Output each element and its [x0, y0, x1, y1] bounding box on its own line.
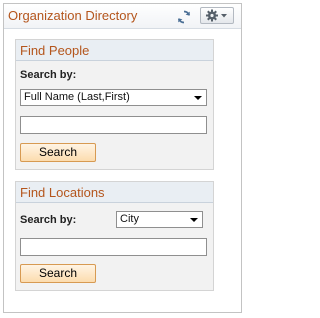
- pagelet-header: Organization Directory: [4, 4, 241, 29]
- find-people-title: Find People: [20, 43, 90, 58]
- people-search-button[interactable]: Search: [20, 143, 96, 162]
- people-search-by-value: Full Name (Last,First): [24, 91, 130, 103]
- organization-directory-pagelet: Organization Directory Find People Searc…: [3, 3, 242, 313]
- find-locations-title: Find Locations: [20, 185, 105, 200]
- locations-search-input[interactable]: [20, 238, 207, 256]
- locations-search-by-value: City: [120, 213, 139, 225]
- people-search-by-select[interactable]: Full Name (Last,First): [20, 89, 207, 106]
- locations-search-by-select[interactable]: City: [116, 211, 203, 228]
- pagelet-title: Organization Directory: [8, 8, 138, 23]
- find-locations-header: Find Locations: [16, 182, 213, 203]
- find-people-header: Find People: [16, 40, 213, 61]
- refresh-icon[interactable]: [176, 9, 192, 25]
- people-search-input[interactable]: [20, 116, 207, 134]
- find-people-group: Find People Search by: Full Name (Last,F…: [15, 39, 214, 170]
- chevron-down-icon: [194, 96, 202, 100]
- locations-search-by-label: Search by:: [20, 214, 77, 226]
- options-menu-button[interactable]: [200, 7, 234, 24]
- chevron-down-icon: [221, 14, 227, 18]
- people-search-by-label: Search by:: [20, 69, 77, 81]
- locations-search-button[interactable]: Search: [20, 264, 96, 283]
- find-locations-group: Find Locations Search by: City Search: [15, 181, 214, 291]
- gear-icon: [206, 9, 218, 22]
- chevron-down-icon: [190, 218, 198, 222]
